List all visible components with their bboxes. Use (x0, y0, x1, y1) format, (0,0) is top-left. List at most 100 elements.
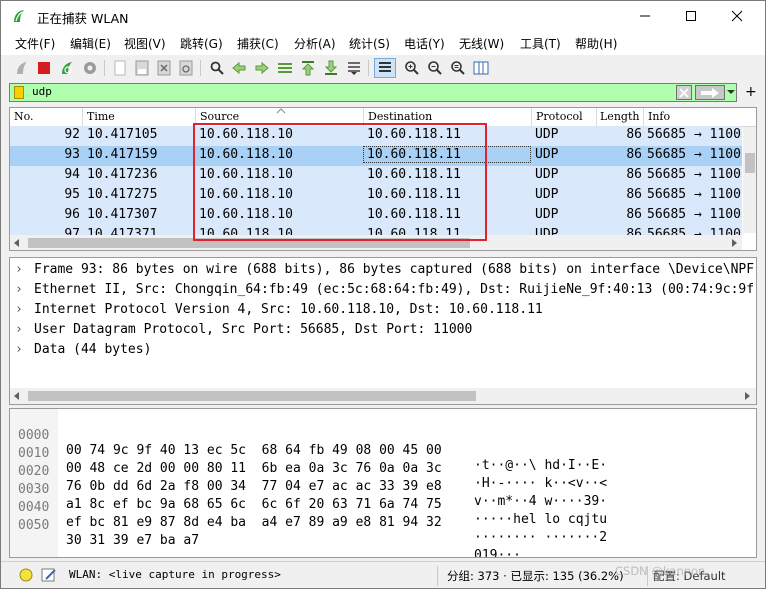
menu-statistics[interactable]: 统计(S) (349, 35, 390, 52)
close-file-icon (157, 60, 171, 76)
column-header-destination[interactable]: Destination (368, 110, 432, 123)
close-button[interactable] (714, 1, 760, 31)
minimize-button[interactable] (622, 1, 668, 31)
arrow-right-icon (255, 61, 269, 75)
chevron-right-icon[interactable]: › (15, 322, 23, 337)
chevron-right-icon[interactable]: › (15, 282, 23, 297)
scrollbar-thumb[interactable] (745, 153, 755, 173)
last-packet-button[interactable] (322, 59, 340, 77)
detail-text: User Datagram Protocol, Src Port: 56685,… (34, 322, 473, 337)
shark-fin-gray-icon (17, 62, 27, 74)
menu-help[interactable]: 帮助(H) (575, 35, 617, 52)
packet-length: 86 (626, 147, 642, 162)
hex-row[interactable]: 0010 00 48 ce 2d 00 00 80 11 6b ea 0a 3c… (10, 431, 607, 491)
minimize-icon (640, 15, 650, 17)
packet-no: 94 (64, 167, 80, 182)
chevron-down-icon[interactable] (726, 86, 736, 98)
hex-row[interactable]: 0020 76 0b dd 6d 2a f8 00 34 77 04 e7 ac… (10, 449, 607, 509)
zoom-out-button[interactable] (426, 59, 444, 77)
scroll-right-icon[interactable] (743, 392, 751, 400)
close-file-button[interactable] (155, 59, 173, 77)
bookmark-icon[interactable] (14, 86, 24, 99)
expert-info-icon[interactable] (19, 568, 33, 582)
normal-size-button[interactable] (449, 59, 467, 77)
menu-tools[interactable]: 工具(T) (520, 35, 561, 52)
chevron-right-icon[interactable]: › (15, 342, 23, 357)
hex-bytes: 00 48 ce 2d 00 00 80 11 6b ea 0a 3c 76 0… (66, 461, 442, 476)
apply-filter-button[interactable] (695, 85, 725, 100)
close-icon (731, 10, 743, 22)
restart-fin-icon (62, 62, 72, 74)
menu-telephony[interactable]: 电话(Y) (404, 35, 445, 52)
packet-stats: 分组: 373 · 已显示: 135 (36.2%) (447, 569, 624, 583)
scroll-left-icon[interactable] (13, 392, 21, 400)
menu-capture[interactable]: 捕获(C) (237, 35, 279, 52)
go-to-packet-button[interactable] (276, 59, 294, 77)
annotation-highlight-box (193, 123, 487, 241)
find-packet-button[interactable] (208, 59, 226, 77)
first-packet-button[interactable] (299, 59, 317, 77)
column-header-no[interactable]: No. (14, 110, 34, 123)
add-filter-button[interactable]: + (745, 84, 757, 100)
toolbar-separator (368, 60, 369, 76)
packet-info: 56685 → 1100 (647, 207, 741, 222)
stop-capture-button[interactable] (35, 59, 53, 77)
zoom-in-button[interactable] (403, 59, 421, 77)
clear-filter-button[interactable] (676, 85, 692, 100)
restart-capture-button[interactable] (58, 59, 76, 77)
column-divider[interactable] (643, 108, 644, 127)
chevron-right-icon[interactable]: › (15, 302, 23, 317)
go-back-button[interactable] (230, 59, 248, 77)
scrollbar-thumb[interactable] (28, 391, 476, 401)
menu-view[interactable]: 视图(V) (124, 35, 166, 52)
packet-length: 86 (626, 167, 642, 182)
resize-columns-icon (473, 61, 489, 75)
column-header-info[interactable]: Info (648, 110, 670, 123)
resize-columns-button[interactable] (472, 59, 490, 77)
packet-no: 96 (64, 207, 80, 222)
hex-row[interactable]: 0030 a1 8c ef bc 9a 68 65 6c 6c 6f 20 63… (10, 467, 607, 527)
magnifier-icon (210, 61, 224, 75)
window-title: 正在捕获 WLAN (37, 11, 129, 26)
column-header-source[interactable]: Source (200, 110, 239, 123)
autoscroll-button[interactable] (345, 59, 363, 77)
capture-options-button[interactable] (81, 59, 99, 77)
hex-row[interactable]: 0000 00 74 9c 9f 40 13 ec 5c 68 64 fb 49… (10, 413, 607, 473)
menu-wireless[interactable]: 无线(W) (459, 35, 504, 52)
chevron-right-icon[interactable]: › (15, 262, 23, 277)
menu-analyze[interactable]: 分析(A) (294, 35, 336, 52)
packet-protocol: UDP (535, 127, 559, 142)
column-divider[interactable] (531, 108, 532, 127)
colorize-button[interactable] (374, 58, 396, 78)
save-file-button[interactable] (133, 59, 151, 77)
menu-go[interactable]: 跳转(G) (180, 35, 223, 52)
hex-bytes: 76 0b dd 6d 2a f8 00 34 77 04 e7 ac ac 3… (66, 479, 442, 494)
reload-file-button[interactable] (177, 59, 195, 77)
scroll-right-icon[interactable] (730, 239, 738, 247)
hex-row[interactable]: 0040 ef bc 81 e9 87 8d e4 ba a4 e7 89 a9… (10, 485, 607, 545)
packet-list-vertical-scrollbar[interactable] (743, 127, 756, 233)
go-forward-button[interactable] (253, 59, 271, 77)
column-header-length[interactable]: Length (600, 110, 639, 123)
display-filter-bar[interactable]: udp (9, 83, 737, 102)
packet-time: 10.417159 (87, 147, 158, 162)
scroll-left-icon[interactable] (13, 239, 21, 247)
details-horizontal-scrollbar[interactable] (10, 388, 756, 404)
packet-no: 93 (64, 147, 80, 162)
packet-time: 10.417236 (87, 167, 158, 182)
column-divider[interactable] (596, 108, 597, 127)
start-capture-button[interactable] (13, 59, 31, 77)
hex-bytes: 30 31 39 e7 ba a7 (66, 533, 200, 548)
maximize-button[interactable] (668, 1, 714, 31)
hex-row[interactable]: 0050 30 31 39 e7 ba a7 019··· (10, 503, 521, 557)
capture-comment-icon[interactable] (41, 567, 57, 583)
display-filter-input[interactable]: udp (32, 85, 52, 98)
arrow-left-icon (232, 61, 246, 75)
column-header-time[interactable]: Time (87, 110, 115, 123)
column-header-protocol[interactable]: Protocol (536, 110, 583, 123)
open-file-button[interactable] (111, 59, 129, 77)
column-divider[interactable] (82, 108, 83, 127)
menu-edit[interactable]: 编辑(E) (70, 35, 111, 52)
menu-file[interactable]: 文件(F) (15, 35, 55, 52)
arrow-up-bar-icon (301, 61, 315, 76)
